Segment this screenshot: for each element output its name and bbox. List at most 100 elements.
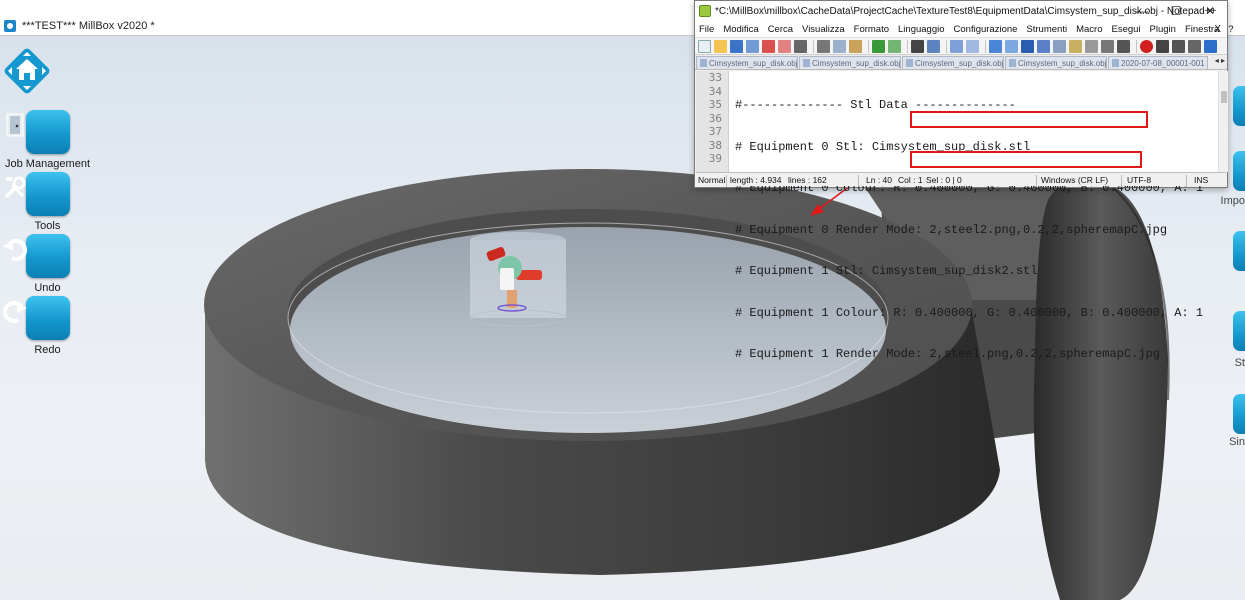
job-management-label: Job Management	[5, 158, 90, 170]
all-chars-icon[interactable]	[1037, 39, 1050, 53]
notepad-titlebar[interactable]: *C:\MillBox\millbox\CacheData\ProjectCac…	[695, 1, 1227, 21]
redo-button[interactable]: Redo	[0, 296, 95, 356]
notepad-logo-icon	[699, 5, 711, 17]
right-label-impo: Impo	[1220, 195, 1245, 207]
redo-icon	[2, 296, 70, 340]
save-icon[interactable]	[730, 39, 743, 53]
file-icon	[1009, 59, 1016, 67]
undo-icon	[3, 234, 70, 278]
file-icon	[906, 59, 913, 67]
redo-edit-icon[interactable]	[888, 39, 901, 53]
find-icon[interactable]	[911, 39, 924, 53]
menu-esegui[interactable]: Esegui	[1111, 24, 1140, 35]
notepad-menubar: File Modifica Cerca Visualizza Formato L…	[695, 21, 1234, 37]
tab-close-icon[interactable]: x	[1003, 59, 1004, 67]
menu-cerca[interactable]: Cerca	[768, 24, 793, 35]
menu-visualizza[interactable]: Visualizza	[802, 24, 845, 35]
indent-guide-icon[interactable]	[1053, 39, 1066, 53]
status-ln: Ln : 40	[866, 175, 892, 185]
menu-close-doc-button[interactable]: X	[1214, 24, 1221, 35]
tab-file[interactable]: Cimsystem_sup_disk.objx	[902, 56, 1004, 69]
notepad-window[interactable]: *C:\MillBox\millbox\CacheData\ProjectCac…	[694, 0, 1234, 361]
play-multi-icon[interactable]	[1188, 39, 1201, 53]
record-macro-icon[interactable]	[1140, 39, 1153, 53]
millbox-title: ***TEST*** MillBox v2020 *	[22, 19, 155, 32]
notepad-statusbar: Normal length : 4.934 lines : 162 Ln : 4…	[696, 172, 1226, 187]
file-icon	[803, 59, 810, 67]
redo-label: Redo	[34, 344, 61, 356]
tab-file[interactable]: 2020-07-08_00001-001	[1108, 56, 1208, 69]
menu-formato[interactable]: Formato	[854, 24, 889, 35]
right-tool-2[interactable]	[1233, 151, 1245, 191]
status-col: Col : 1	[898, 175, 923, 185]
home-icon	[4, 44, 75, 98]
status-ins: INS	[1194, 175, 1209, 185]
sync-h-icon[interactable]	[1005, 39, 1018, 53]
right-label-sin: Sin	[1229, 436, 1245, 448]
status-mode: Normal	[698, 175, 726, 185]
tab-scroll-arrows[interactable]: ◂ ▸	[1215, 56, 1225, 65]
menu-strumenti[interactable]: Strumenti	[1026, 24, 1067, 35]
screen: ***TEST*** MillBox v2020 * Job Managemen…	[0, 0, 1245, 600]
new-file-icon[interactable]	[698, 39, 711, 53]
copy-icon[interactable]	[833, 39, 846, 53]
right-tool-5[interactable]	[1233, 394, 1245, 434]
open-file-icon[interactable]	[714, 39, 727, 53]
notepad-toolbar	[695, 37, 1227, 55]
menu-plugin[interactable]: Plugin	[1150, 24, 1176, 35]
monitor-icon[interactable]	[1117, 39, 1130, 53]
minimize-button[interactable]: —	[1125, 1, 1159, 21]
file-icon	[1112, 59, 1119, 67]
sync-v-icon[interactable]	[989, 39, 1002, 53]
doc-map-icon[interactable]	[1085, 39, 1098, 53]
close-all-icon[interactable]	[778, 39, 791, 53]
undo-button[interactable]: Undo	[0, 234, 95, 294]
millbox-app-icon	[4, 19, 16, 32]
right-tool-3[interactable]	[1233, 231, 1245, 271]
status-encoding: UTF-8	[1127, 175, 1152, 185]
zoom-out-icon[interactable]	[966, 39, 979, 53]
func-list-icon[interactable]	[1101, 39, 1114, 53]
undo-edit-icon[interactable]	[872, 39, 885, 53]
zoom-in-icon[interactable]	[950, 39, 963, 53]
tab-file[interactable]: Cimsystem_sup_disk.objx	[696, 56, 798, 69]
tab-close-icon[interactable]: x	[797, 59, 798, 67]
menu-linguaggio[interactable]: Linguaggio	[898, 24, 945, 35]
line-number-gutter: 33 34 35 36 37 38 39	[696, 71, 729, 172]
menu-configurazione[interactable]: Configurazione	[954, 24, 1018, 35]
right-tool-1[interactable]	[1233, 86, 1245, 126]
close-button[interactable]: ✕	[1193, 1, 1227, 21]
paste-icon[interactable]	[849, 39, 862, 53]
menu-modifica[interactable]: Modifica	[723, 24, 758, 35]
cut-icon[interactable]	[817, 39, 830, 53]
code-line: # Equipment 1 Colour: R: 0.400000, G: 0.…	[735, 305, 1204, 320]
vertical-scrollbar[interactable]	[1218, 71, 1228, 172]
tools-button[interactable]: Tools	[0, 172, 95, 232]
close-file-icon[interactable]	[762, 39, 775, 53]
save-macro-icon[interactable]	[1204, 39, 1217, 53]
lang-icon[interactable]	[1069, 39, 1082, 53]
job-management-button[interactable]: Job Management	[0, 110, 95, 170]
status-eol: Windows (CR LF)	[1041, 175, 1109, 185]
undo-label: Undo	[34, 282, 61, 294]
tab-file[interactable]: Cimsystem_sup_disk.objx	[799, 56, 901, 69]
tab-close-icon[interactable]: x	[1106, 59, 1107, 67]
replace-icon[interactable]	[927, 39, 940, 53]
tools-icon	[5, 172, 70, 216]
tab-file[interactable]: Cimsystem_sup_disk.objx	[1005, 56, 1107, 69]
save-all-icon[interactable]	[746, 39, 759, 53]
menu-file[interactable]: File	[699, 24, 714, 35]
right-tool-4[interactable]	[1233, 311, 1245, 351]
print-icon[interactable]	[794, 39, 807, 53]
code-line: # Equipment 0 Render Mode: 2,steel2.png,…	[735, 222, 1168, 237]
word-wrap-icon[interactable]	[1021, 39, 1034, 53]
tab-close-icon[interactable]: x	[900, 59, 901, 67]
stop-macro-icon[interactable]	[1156, 39, 1169, 53]
menu-help[interactable]: ?	[1228, 24, 1233, 35]
home-tool[interactable]	[0, 44, 95, 102]
right-label-st: St	[1234, 357, 1245, 369]
menu-macro[interactable]: Macro	[1076, 24, 1102, 35]
file-icon	[700, 59, 707, 67]
play-macro-icon[interactable]	[1172, 39, 1185, 53]
maximize-button[interactable]: ☐	[1159, 1, 1193, 21]
